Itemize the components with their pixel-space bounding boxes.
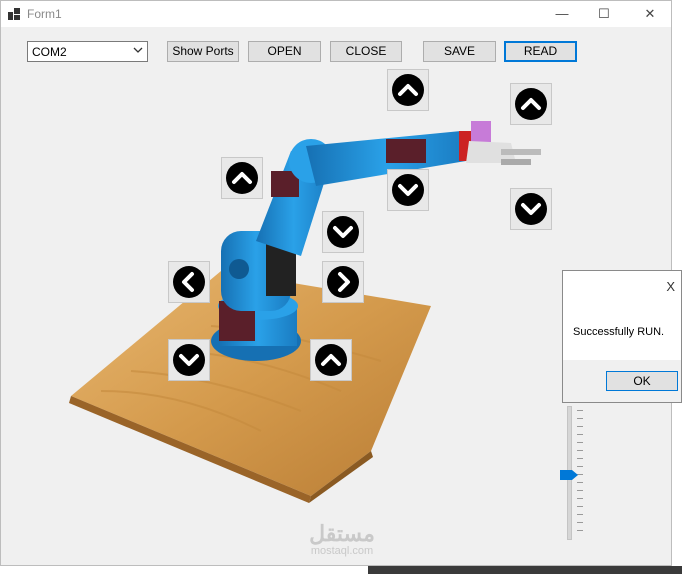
minimize-button[interactable]: — (539, 1, 585, 27)
move-down-button[interactable] (510, 188, 552, 230)
ok-button[interactable]: OK (606, 371, 678, 391)
move-right-button[interactable] (322, 261, 364, 303)
save-button[interactable]: SAVE (423, 41, 496, 62)
move-up-button[interactable] (510, 83, 552, 125)
port-value: COM2 (32, 45, 67, 59)
read-button[interactable]: READ (504, 41, 577, 62)
chevron-down-icon (398, 184, 418, 196)
speed-slider[interactable] (557, 406, 587, 546)
title-bar: Form1 — ☐ ✕ (1, 1, 671, 27)
move-down-button[interactable] (322, 211, 364, 253)
chevron-down-icon (179, 354, 199, 366)
close-button[interactable]: ✕ (627, 1, 673, 27)
chevron-down-icon (333, 226, 353, 238)
app-icon (8, 8, 20, 20)
chevron-left-icon (182, 272, 194, 292)
message-dialog: X Successfully RUN. OK (562, 270, 682, 403)
robot-arm-image (69, 121, 541, 503)
move-down-button[interactable] (387, 169, 429, 211)
chevron-down-icon (133, 47, 143, 53)
open-button[interactable]: OPEN (248, 41, 321, 62)
chevron-up-icon (232, 172, 252, 184)
chevron-up-icon (321, 354, 341, 366)
move-up-button[interactable] (387, 69, 429, 111)
port-combobox[interactable]: COM2 (27, 41, 148, 62)
bottom-strip (0, 566, 682, 574)
chevron-up-icon (398, 84, 418, 96)
watermark-arabic: مستقل (309, 521, 375, 546)
dialog-close-button[interactable]: X (666, 279, 675, 294)
move-up-button[interactable] (221, 157, 263, 199)
close-port-button[interactable]: CLOSE (330, 41, 402, 62)
watermark: مستقل mostaql.com (297, 521, 387, 558)
chevron-down-icon (521, 203, 541, 215)
chevron-up-icon (521, 98, 541, 110)
watermark-latin: mostaql.com (310, 545, 374, 557)
chevron-right-icon (338, 272, 350, 292)
dialog-message: Successfully RUN. (573, 326, 665, 338)
slider-thumb[interactable] (560, 470, 578, 480)
show-ports-button[interactable]: Show Ports (167, 41, 239, 62)
window-title: Form1 (27, 7, 62, 21)
move-down-button[interactable] (168, 339, 210, 381)
maximize-button[interactable]: ☐ (581, 1, 627, 27)
move-up-button[interactable] (310, 339, 352, 381)
move-left-button[interactable] (168, 261, 210, 303)
